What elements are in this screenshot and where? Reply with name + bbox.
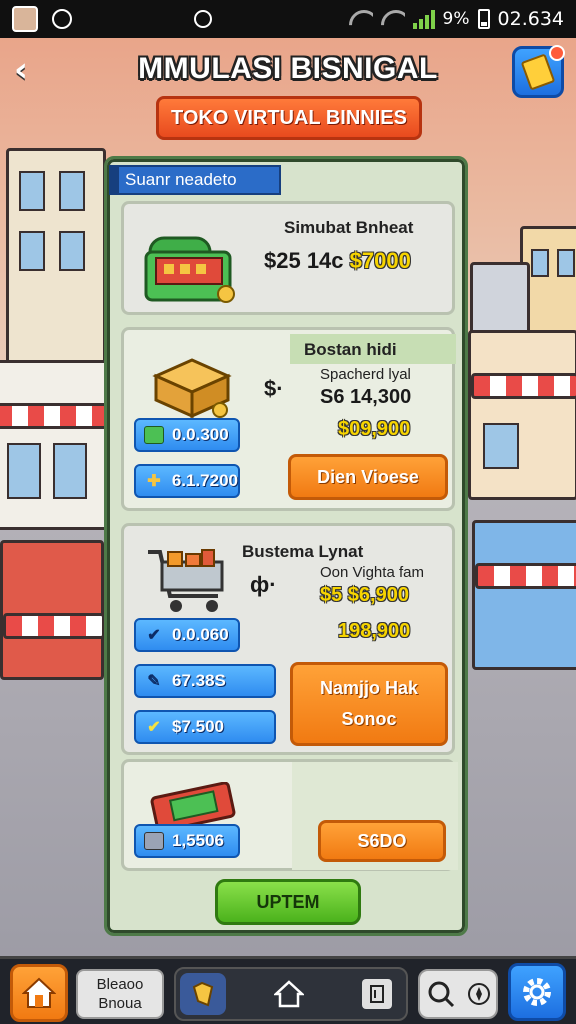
item-price-highlight: $7000 xyxy=(349,248,411,273)
wifi-icon xyxy=(349,10,373,28)
item-price-prefix: $· xyxy=(264,376,284,401)
page-title: MMULASI BISNIGAL xyxy=(138,52,438,85)
item-name: Simubat Bnheat xyxy=(284,218,414,237)
search-group xyxy=(418,969,498,1019)
home-icon xyxy=(22,977,56,1008)
battery-icon xyxy=(477,9,490,29)
upgrade-button[interactable]: Namjjo Hak Sonoc xyxy=(290,662,448,746)
search-icon[interactable] xyxy=(426,979,456,1009)
tag-icon: ✎ xyxy=(147,673,161,690)
upgrade-button-sublabel: Sonoc xyxy=(341,709,397,729)
stat-cash: 0.0.300 xyxy=(134,418,240,452)
stat-box: 1,5506 xyxy=(134,824,240,858)
item-name: Bustema Lynat xyxy=(242,542,364,561)
upgrade-button-label: Namjjo Hak xyxy=(319,678,419,698)
nav-label-button[interactable]: Bleaoo Bnoua xyxy=(76,969,164,1019)
buy-button[interactable]: S6DO xyxy=(318,820,446,862)
notification-icon xyxy=(52,9,72,29)
item-price: $25 14c $7000 xyxy=(264,248,411,274)
house-icon xyxy=(274,980,304,1008)
item-highlight-value: $09,900 xyxy=(338,418,411,440)
compass-icon[interactable] xyxy=(467,982,491,1006)
settings-button[interactable] xyxy=(508,963,566,1021)
door-icon xyxy=(370,985,384,1003)
avatar xyxy=(12,6,38,32)
map-button[interactable] xyxy=(180,973,226,1015)
nav-center-group xyxy=(174,967,408,1021)
item-detail-value: $5 $6,900 xyxy=(320,584,409,606)
bottom-nav: Bleaoo Bnoua xyxy=(0,956,576,1024)
item-price-base: $25 14c xyxy=(264,248,344,273)
nav-label-line2: Bnoua xyxy=(98,995,142,1012)
panel-tab[interactable]: Suanr neadeto xyxy=(109,165,281,195)
alarm-icon xyxy=(194,10,212,28)
plus-icon: ✚ xyxy=(147,473,161,490)
check-icon: ✔ xyxy=(147,627,161,644)
stat-check-2: ✔ $7.500 xyxy=(134,710,276,744)
status-bar: 9% 02.634 xyxy=(0,0,576,38)
item-detail-label: Spacherd lyal xyxy=(320,366,411,383)
building-right-kiosk xyxy=(472,520,576,670)
stat-bonus: ✚ 6.1.7200 xyxy=(134,464,240,498)
quest-scroll-icon xyxy=(520,53,556,91)
item-price-prefix: ф· xyxy=(250,572,277,597)
cash-register-icon xyxy=(144,236,235,303)
stat-tag: ✎ 67.38S xyxy=(134,664,276,698)
shop-item-card[interactable]: Bustema Lynat ф· Oon Vighta fam $5 $6,90… xyxy=(121,523,455,755)
signal-icon xyxy=(412,9,435,29)
shop-item-card[interactable]: Bostan hidi $· Spacherd lyal S6 14,300 $… xyxy=(121,327,456,511)
battery-percent: 9% xyxy=(442,9,470,29)
item-detail-label: Oon Vighta fam xyxy=(320,564,424,581)
item-name: Bostan hidi xyxy=(304,340,397,359)
notification-badge xyxy=(549,45,565,61)
buy-button[interactable]: Dien Vioese xyxy=(288,454,448,500)
home-button[interactable] xyxy=(10,964,68,1022)
crate-icon xyxy=(152,358,232,418)
box-icon xyxy=(144,832,164,850)
item-detail-value: S6 14,300 xyxy=(320,386,412,408)
nav-label-line1: Bleaoo xyxy=(96,976,144,993)
shopping-cart-icon xyxy=(148,549,224,612)
stat-check: ✔ 0.0.060 xyxy=(134,618,240,652)
quest-button[interactable] xyxy=(512,45,565,98)
item-highlight-value: 198,900 xyxy=(338,620,411,642)
check-icon: ✔ xyxy=(147,719,161,736)
building-right-shop xyxy=(468,330,576,500)
shop-item-card[interactable]: Simubat Bnheat $25 14c $7000 xyxy=(121,201,455,315)
building-left-shop xyxy=(0,360,111,530)
clock: 02.634 xyxy=(497,8,564,30)
exit-button[interactable] xyxy=(362,979,392,1009)
confirm-button[interactable]: UPTEM xyxy=(215,879,361,925)
wifi-strength-icon xyxy=(381,10,405,28)
house-button[interactable] xyxy=(272,977,306,1011)
shop-item-card[interactable]: 1,5506 S6DO xyxy=(121,759,458,871)
map-icon xyxy=(192,981,214,1007)
cash-icon xyxy=(144,426,164,444)
store-title-button[interactable]: TOKO VIRTUAL BINNIES xyxy=(156,96,422,140)
shop-panel: Suanr neadeto Simubat Bnheat $25 14c $70… xyxy=(104,156,468,936)
gear-icon xyxy=(523,978,551,1006)
building-left-market xyxy=(0,540,105,680)
